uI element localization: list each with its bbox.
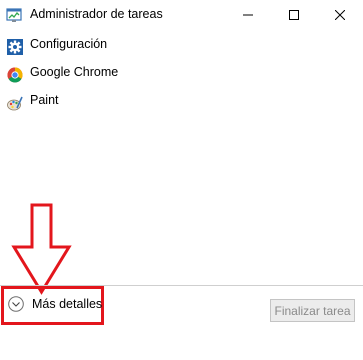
maximize-button[interactable] xyxy=(271,0,317,30)
window-title: Administrador de tareas xyxy=(30,7,163,21)
app-item-google-chrome[interactable]: Google Chrome xyxy=(0,61,363,89)
task-manager-icon xyxy=(6,8,22,22)
minimize-icon xyxy=(243,14,253,16)
app-list: Configuración Google Chrome Paint xyxy=(0,33,363,117)
more-details-label: Más detalles xyxy=(32,297,103,311)
maximize-icon xyxy=(289,10,299,20)
end-task-button[interactable]: Finalizar tarea xyxy=(270,299,355,322)
close-icon xyxy=(335,10,345,20)
settings-gear-icon xyxy=(7,39,23,55)
more-details-button[interactable]: Más detalles xyxy=(6,294,103,318)
app-label: Google Chrome xyxy=(30,65,119,79)
close-button[interactable] xyxy=(317,0,363,30)
paint-icon xyxy=(7,96,23,111)
app-item-paint[interactable]: Paint xyxy=(0,89,363,117)
app-label: Paint xyxy=(30,93,59,107)
minimize-button[interactable] xyxy=(225,0,271,30)
chevron-down-circle-icon xyxy=(8,296,24,312)
title-bar: Administrador de tareas xyxy=(0,0,363,30)
app-item-configuracion[interactable]: Configuración xyxy=(0,33,363,61)
app-label: Configuración xyxy=(30,37,108,51)
chrome-icon xyxy=(7,67,23,83)
